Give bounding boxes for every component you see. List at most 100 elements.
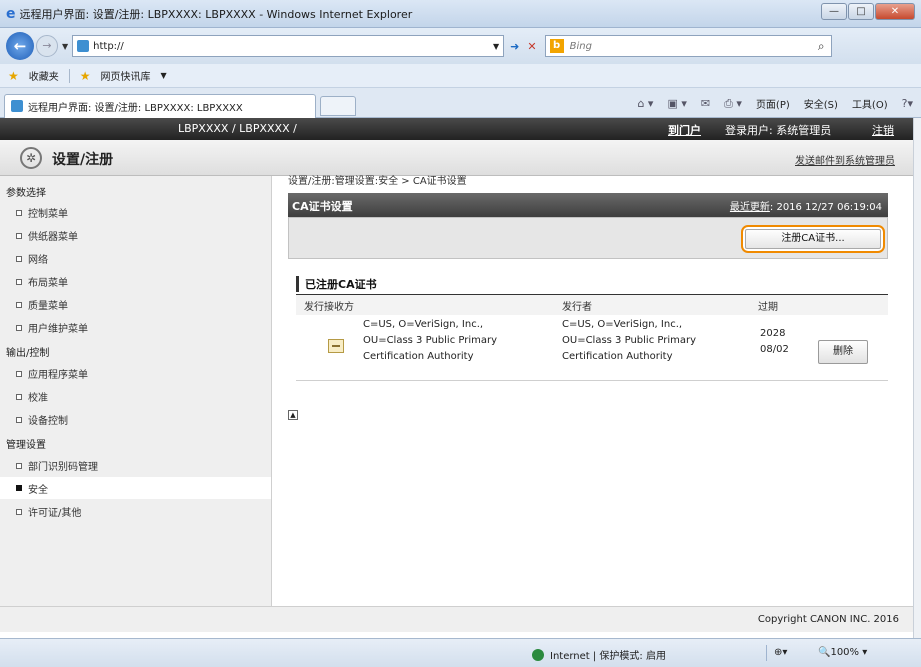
sidebar-item-network[interactable]: 网络: [16, 251, 48, 266]
last-updated-value: : 2016 12/27 06:19:04: [769, 202, 882, 213]
tab-current[interactable]: 远程用户界面: 设置/注册: LBPXXXX: LBPXXXX: [4, 93, 316, 118]
page-menu[interactable]: 页面(P): [756, 96, 790, 111]
vertical-scrollbar[interactable]: [913, 118, 921, 638]
sidebar-item-label: 许可证/其他: [28, 508, 82, 519]
copyright: Copyright CANON INC. 2016: [757, 614, 899, 625]
forward-arrow-icon[interactable]: →: [36, 35, 58, 57]
sidebar-section-management: 管理设置: [6, 440, 46, 451]
bullet-icon: [16, 393, 22, 400]
status-divider: [766, 645, 767, 661]
cell-line: 08/02: [760, 344, 789, 355]
help-icon[interactable]: ?▾: [902, 97, 913, 110]
register-ca-highlight: 注册CA证书...: [741, 225, 885, 253]
divider: [68, 68, 70, 83]
sidebar-item-paper-source[interactable]: 供纸器菜单: [16, 228, 78, 243]
site-icon: [77, 40, 90, 52]
tab-site-icon: [11, 100, 23, 112]
back-arrow-icon[interactable]: ←: [6, 32, 34, 60]
history-dropdown-icon[interactable]: ▼: [62, 42, 68, 51]
page-header: ✲ 设置/注册 发送邮件到系统管理员: [0, 140, 913, 176]
page-title: 设置/注册: [52, 152, 114, 168]
bullet-icon: [16, 508, 22, 515]
add-favorite-icon[interactable]: ★: [80, 69, 91, 83]
sidebar-section-output: 输出/控制: [6, 348, 50, 359]
bullet-icon: [16, 416, 22, 423]
mail-admin-link[interactable]: 发送邮件到系统管理员: [795, 152, 895, 167]
url-dropdown-icon[interactable]: ▼: [493, 42, 499, 51]
sidebar-item-license[interactable]: 许可证/其他: [16, 504, 81, 519]
favorites-star-icon[interactable]: ★: [8, 69, 19, 83]
cell-line: C=US, O=VeriSign, Inc.,: [363, 319, 484, 330]
sidebar-item-application[interactable]: 应用程序菜单: [16, 366, 88, 381]
table-header-bg: [296, 295, 888, 315]
home-icon[interactable]: ⌂ ▾: [637, 97, 653, 110]
url-input[interactable]: http:// ▼: [72, 35, 505, 57]
tools-menu[interactable]: 工具(O): [852, 96, 888, 111]
web-slice-gallery-link[interactable]: 网页快讯库: [101, 68, 151, 83]
security-zone[interactable]: Internet | 保护模式: 启用: [532, 647, 666, 662]
last-updated: 最近更新: 2016 12/27 06:19:04: [730, 198, 882, 213]
stop-icon[interactable]: ✕: [527, 40, 536, 53]
back-to-top-icon[interactable]: ▲: [288, 410, 298, 420]
sidebar-item-label: 供纸器菜单: [28, 232, 78, 243]
search-input[interactable]: b Bing ⌕: [544, 35, 832, 57]
breadcrumb: 设置/注册:管理设置:安全 > CA证书设置: [288, 176, 467, 187]
sidebar-item-layout[interactable]: 布局菜单: [16, 274, 68, 289]
minimize-button[interactable]: —: [821, 3, 847, 20]
zone-settings-icon[interactable]: ⊕▾: [774, 647, 787, 658]
sidebar-item-calibration[interactable]: 校准: [16, 389, 48, 404]
maximize-button[interactable]: □: [848, 3, 874, 20]
cell-expiry: 2028 08/02: [760, 326, 789, 358]
cell-line: OU=Class 3 Public Primary: [562, 335, 697, 346]
sidebar-item-department-id[interactable]: 部门识别码管理: [16, 458, 98, 473]
certificate-icon: [328, 339, 344, 353]
logged-in-user: 登录用户: 系统管理员: [725, 124, 832, 137]
sidebar-item-label: 安全: [28, 484, 48, 496]
bullet-icon: [16, 485, 22, 491]
mail-icon[interactable]: ✉: [701, 97, 710, 110]
portal-link[interactable]: 到门户: [668, 122, 701, 138]
sidebar-item-label: 控制菜单: [28, 209, 68, 220]
sidebar-item-label: 网络: [28, 255, 48, 266]
zoom-value: 100%: [830, 647, 860, 658]
new-tab-button[interactable]: [320, 95, 356, 116]
print-icon[interactable]: ⎙ ▾: [724, 97, 742, 111]
top-dark-bar: LBPXXXX / LBPXXXX / 到门户 登录用户: 系统管理员 注销: [0, 118, 913, 140]
delete-button[interactable]: 删除: [818, 340, 868, 364]
sidebar-item-control-menu[interactable]: 控制菜单: [16, 205, 68, 220]
zoom-level[interactable]: 🔍100% ▾: [818, 647, 867, 658]
feeds-icon[interactable]: ▣ ▾: [667, 97, 686, 110]
zone-text: Internet | 保护模式: 启用: [550, 651, 666, 662]
bullet-icon: [16, 232, 22, 239]
sidebar-item-device-control[interactable]: 设备控制: [16, 412, 68, 427]
sidebar-item-label: 布局菜单: [28, 278, 68, 289]
refresh-icon[interactable]: ➜: [510, 40, 519, 53]
search-icon[interactable]: ⌕: [818, 39, 825, 54]
cell-line: OU=Class 3 Public Primary: [363, 335, 498, 346]
sidebar-item-quality[interactable]: 质量菜单: [16, 297, 68, 312]
bing-icon: b: [549, 39, 564, 53]
sidebar-item-label: 用户维护菜单: [28, 324, 88, 335]
bullet-icon: [16, 324, 22, 331]
cell-issuer: C=US, O=VeriSign, Inc., OU=Class 3 Publi…: [562, 317, 696, 365]
bullet-icon: [16, 301, 22, 308]
feed-dropdown-icon[interactable]: ▼: [161, 71, 167, 80]
sidebar-item-label: 校准: [28, 393, 48, 404]
safety-menu[interactable]: 安全(S): [804, 96, 838, 111]
register-ca-button[interactable]: 注册CA证书...: [745, 229, 881, 249]
cell-line: Certification Authority: [562, 351, 673, 362]
close-button[interactable]: ✕: [875, 3, 915, 20]
page-content: LBPXXXX / LBPXXXX / 到门户 登录用户: 系统管理员 注销 ✲…: [0, 118, 913, 638]
sidebar-item-security[interactable]: 安全: [0, 477, 271, 499]
favorites-button[interactable]: 收藏夹: [29, 68, 59, 83]
ca-settings-header: CA证书设置 最近更新: 2016 12/27 06:19:04: [288, 193, 888, 217]
window-titlebar: e 远程用户界面: 设置/注册: LBPXXXX: LBPXXXX - Wind…: [0, 0, 921, 28]
bullet-icon: [16, 209, 22, 216]
column-header-issuer: 发行者: [562, 302, 592, 313]
table-row-divider: [296, 380, 888, 381]
bullet-icon: [16, 278, 22, 285]
cell-line: 2028: [760, 328, 786, 339]
ie-icon: e: [6, 5, 16, 22]
logout-link[interactable]: 注销: [872, 122, 894, 138]
sidebar-item-user-maintenance[interactable]: 用户维护菜单: [16, 320, 88, 335]
